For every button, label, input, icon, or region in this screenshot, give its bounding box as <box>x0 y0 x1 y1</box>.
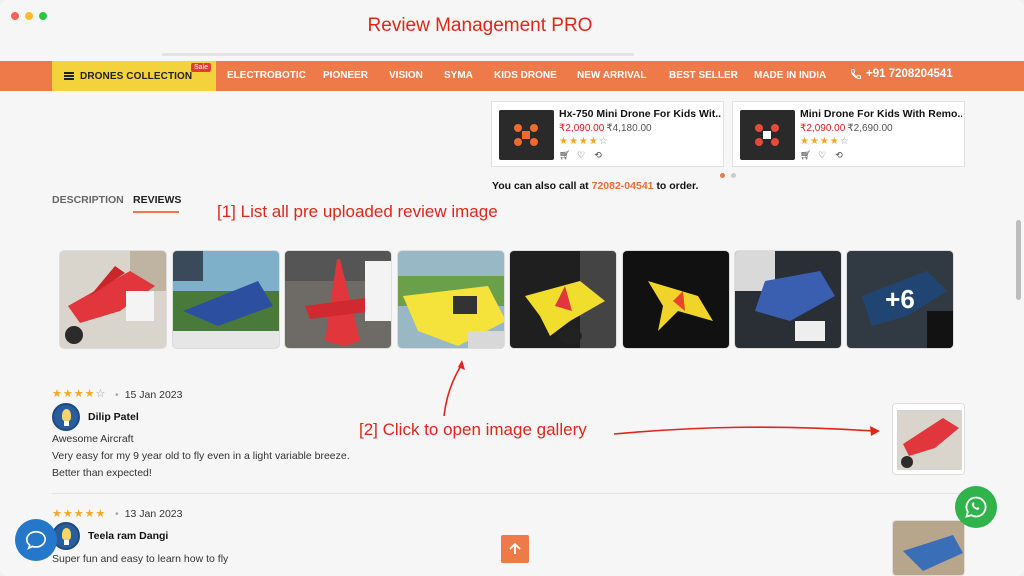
product-price: ₹2,090.00 ₹2,690.00 <box>800 123 893 134</box>
product-thumbnail <box>499 110 554 160</box>
nav-item-syma[interactable]: SYMA <box>444 70 473 81</box>
live-chat-button[interactable] <box>15 519 57 561</box>
sale-badge: Sale <box>190 63 211 72</box>
annotation-list-images: [1] List all pre uploaded review image <box>217 202 498 221</box>
add-to-cart-icon[interactable]: 🛒︎ <box>559 150 570 160</box>
product-actions: 🛒︎ ♡ ⟲ <box>559 150 603 160</box>
nav-item-pioneer[interactable]: PIONEER <box>323 70 368 81</box>
hamburger-menu-icon <box>64 72 74 80</box>
nav-item-vision[interactable]: VISION <box>389 70 423 81</box>
review-image-thumb[interactable] <box>284 250 392 349</box>
drones-collection-label: DRONES COLLECTION <box>80 70 193 82</box>
review-rating-stars: ★★★★☆ <box>52 388 107 400</box>
nav-item-kids-drone[interactable]: KIDS DRONE <box>494 70 557 81</box>
carousel-dots <box>720 173 736 178</box>
title-bar: Review Management PRO <box>0 0 1024 58</box>
product-actions: 🛒︎ ♡ ⟲ <box>800 150 844 160</box>
nav-item-electrobotic[interactable]: ELECTROBOTIC <box>227 70 306 81</box>
annotation-arrow-up <box>443 360 465 417</box>
review-image-thumb[interactable] <box>734 250 842 349</box>
product-rating-stars: ★★★★☆ <box>800 136 850 147</box>
app-title: Review Management PRO <box>367 15 593 36</box>
review-image-thumb[interactable] <box>509 250 617 349</box>
more-images-count: +6 <box>847 251 953 348</box>
review-image-gallery: +6 <box>59 250 959 350</box>
reviewer-name: Dilip Patel <box>88 411 139 423</box>
product-thumbnail <box>740 110 795 160</box>
avatar <box>52 403 80 431</box>
add-to-cart-icon[interactable]: 🛒︎ <box>800 150 811 160</box>
drones-collection-menu[interactable]: DRONES COLLECTION Sale <box>52 61 216 91</box>
product-old-price: ₹4,180.00 <box>606 123 652 134</box>
horizontal-scroll-track <box>162 53 634 56</box>
arrow-up-icon <box>509 542 521 554</box>
review-image-thumb[interactable] <box>397 250 505 349</box>
carousel-dot[interactable] <box>720 173 725 178</box>
vertical-scrollbar[interactable] <box>1016 220 1021 300</box>
phone-icon <box>850 69 861 80</box>
browser-window: Review Management PRO DRONES COLLECTION … <box>0 0 1024 576</box>
tab-reviews[interactable]: REVIEWS <box>133 194 181 206</box>
carousel-dot[interactable] <box>731 173 736 178</box>
review-divider <box>52 493 964 494</box>
review-body: Super fun and easy to learn how to fly <box>52 553 229 565</box>
scroll-to-top-button[interactable] <box>501 535 529 563</box>
call-to-order-text: You can also call at 72082-04541 to orde… <box>492 180 699 192</box>
active-tab-indicator <box>133 211 179 213</box>
wishlist-heart-icon[interactable]: ♡ <box>817 150 827 160</box>
nav-item-made-in-india[interactable]: MADE IN INDIA <box>754 70 826 81</box>
review-body: Awesome Aircraft Very easy for my 9 year… <box>52 433 350 479</box>
annotation-open-gallery: [2] Click to open image gallery <box>359 420 587 439</box>
compare-icon[interactable]: ⟲ <box>834 150 844 160</box>
product-name[interactable]: Mini Drone For Kids With Remo... <box>800 108 962 120</box>
whatsapp-icon <box>965 496 987 518</box>
phone-number: +91 7208204541 <box>866 68 953 80</box>
product-price: ₹2,090.00 ₹4,180.00 <box>559 123 652 134</box>
review-image-thumb[interactable] <box>59 250 167 349</box>
drone-product-image <box>514 124 538 146</box>
nav-item-new-arrival[interactable]: NEW ARRIVAL <box>577 70 646 81</box>
review-image-attachment[interactable] <box>892 520 965 576</box>
review-image-thumb[interactable] <box>172 250 280 349</box>
review-rating-stars: ★★★★★ <box>52 508 107 520</box>
review-date: • 15 Jan 2023 <box>115 389 183 401</box>
tab-description[interactable]: DESCRIPTION <box>52 194 124 206</box>
review-image-thumb[interactable] <box>622 250 730 349</box>
related-product-card[interactable]: Hx-750 Mini Drone For Kids Wit... ₹2,090… <box>491 101 724 167</box>
related-product-card[interactable]: Mini Drone For Kids With Remo... ₹2,090.… <box>732 101 965 167</box>
chat-bubble-icon <box>26 530 46 550</box>
product-rating-stars: ★★★★☆ <box>559 136 609 147</box>
reviewer-name: Teela ram Dangi <box>88 530 169 542</box>
product-old-price: ₹2,690.00 <box>847 123 893 134</box>
product-name[interactable]: Hx-750 Mini Drone For Kids Wit... <box>559 108 721 120</box>
nav-item-best-seller[interactable]: BEST SELLER <box>669 70 738 81</box>
call-number[interactable]: 72082-04541 <box>592 180 654 192</box>
review-image-attachment[interactable] <box>892 403 965 475</box>
annotation-arrow-right <box>613 426 880 436</box>
review-image-thumb-more[interactable]: +6 <box>846 250 954 349</box>
whatsapp-button[interactable] <box>955 486 997 528</box>
wishlist-heart-icon[interactable]: ♡ <box>576 150 586 160</box>
nav-phone-link[interactable]: +91 7208204541 <box>850 68 953 80</box>
compare-icon[interactable]: ⟲ <box>593 150 603 160</box>
review-date: • 13 Jan 2023 <box>115 508 183 520</box>
drone-product-image <box>755 124 779 146</box>
